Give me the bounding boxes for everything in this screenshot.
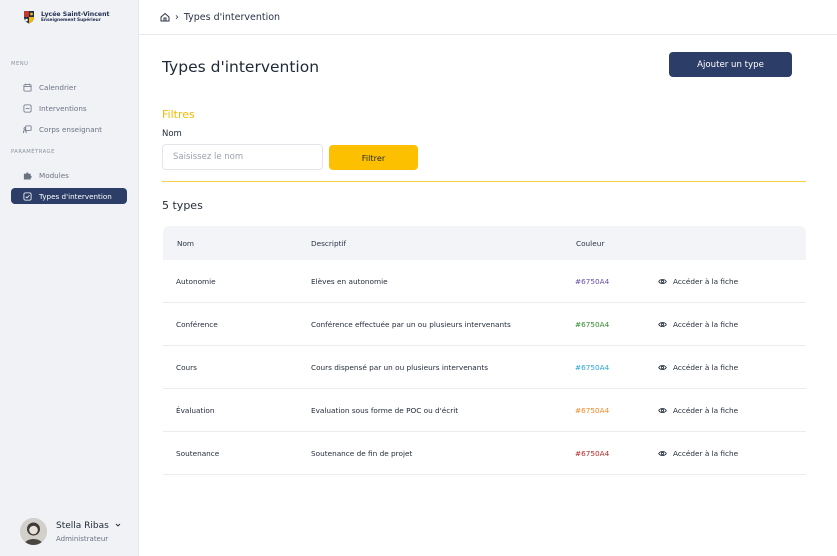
column-header-color: Couleur — [576, 239, 605, 248]
type-description: Cours dispensé par un ou plusieurs inter… — [311, 363, 489, 372]
menu-section-label: MENU — [11, 61, 29, 67]
sidebar-item-modules[interactable]: Modules — [11, 167, 127, 183]
sidebar-item-label: Modules — [39, 170, 69, 180]
table-row: Conférence Conférence effectuée par un o… — [163, 303, 806, 346]
type-color: #6750A4 — [575, 363, 610, 372]
type-color: #6750A4 — [575, 320, 610, 329]
view-details-label: Accéder à la fiche — [673, 406, 739, 415]
brand-logo[interactable]: Lycée Saint-Vincent Enseignement Supérie… — [23, 10, 109, 24]
type-name: Conférence — [176, 320, 218, 329]
view-details-label: Accéder à la fiche — [673, 363, 739, 372]
view-details-link[interactable]: Accéder à la fiche — [658, 320, 738, 329]
column-header-name: Nom — [177, 239, 195, 248]
checklist-icon — [23, 191, 32, 201]
sidebar-item-label: Calendrier — [39, 82, 77, 92]
view-details-label: Accéder à la fiche — [673, 277, 739, 286]
user-name: Stella Ribas — [56, 520, 109, 531]
view-details-link[interactable]: Accéder à la fiche — [658, 363, 738, 372]
type-name: Cours — [176, 363, 197, 372]
breadcrumb: › Types d'intervention — [139, 0, 837, 35]
type-name: Soutenance — [176, 449, 220, 458]
sidebar-item-label: Interventions — [39, 103, 87, 113]
type-color: #6750A4 — [575, 449, 610, 458]
filters-title: Filtres — [162, 108, 195, 121]
home-icon[interactable] — [160, 12, 170, 22]
brand-subtitle: Enseignement Supérieur — [41, 17, 101, 23]
add-type-button[interactable]: Ajouter un type — [669, 52, 792, 77]
breadcrumb-separator: › — [175, 11, 179, 23]
shield-icon — [24, 11, 34, 24]
type-name: Évaluation — [176, 406, 215, 415]
eye-icon — [658, 279, 667, 284]
brand-name: Lycée Saint-Vincent — [41, 10, 110, 18]
sidebar-item-types-intervention[interactable]: Types d'intervention — [11, 188, 127, 204]
eye-icon — [658, 365, 667, 370]
eye-icon — [658, 451, 667, 456]
sidebar-item-label: Types d'intervention — [39, 191, 112, 201]
settings-section-label: PARAMÉTRAGE — [11, 149, 55, 155]
view-details-link[interactable]: Accéder à la fiche — [658, 406, 738, 415]
name-filter-input[interactable] — [162, 144, 323, 170]
name-filter-label: Nom — [162, 129, 182, 139]
avatar — [20, 518, 47, 545]
eye-icon — [658, 322, 667, 327]
sidebar: Lycée Saint-Vincent Enseignement Supérie… — [0, 0, 139, 556]
type-description: Soutenance de fin de projet — [311, 449, 413, 458]
view-details-link[interactable]: Accéder à la fiche — [658, 277, 738, 286]
type-color: #6750A4 — [575, 277, 610, 286]
table-row: Cours Cours dispensé par un ou plusieurs… — [163, 346, 806, 389]
filters-divider — [162, 181, 806, 182]
table-row: Autonomie Elèves en autonomie #6750A4 Ac… — [163, 260, 806, 303]
eye-icon — [658, 408, 667, 413]
teacher-board-icon — [23, 124, 32, 133]
view-details-label: Accéder à la fiche — [673, 320, 739, 329]
types-count: 5 types — [162, 199, 203, 212]
column-header-description: Descriptif — [311, 239, 347, 248]
user-menu[interactable]: Stella Ribas Administrateur — [20, 518, 121, 545]
view-details-label: Accéder à la fiche — [673, 449, 739, 458]
sidebar-item-calendrier[interactable]: Calendrier — [11, 79, 127, 95]
chevron-down-icon[interactable] — [115, 522, 121, 528]
type-color: #6750A4 — [575, 406, 610, 415]
user-portrait-icon — [20, 518, 47, 545]
filter-button[interactable]: Filtrer — [329, 145, 418, 170]
table-header: Nom Descriptif Couleur — [163, 226, 806, 260]
sidebar-item-label: Corps enseignant — [39, 124, 102, 134]
type-name: Autonomie — [176, 277, 216, 286]
sidebar-item-interventions[interactable]: Interventions — [11, 100, 127, 116]
interventions-icon — [23, 103, 32, 113]
view-details-link[interactable]: Accéder à la fiche — [658, 449, 738, 458]
table-row: Soutenance Soutenance de fin de projet #… — [163, 432, 806, 475]
puzzle-icon — [23, 171, 32, 180]
types-table: Nom Descriptif Couleur Autonomie Elèves … — [163, 226, 806, 475]
type-description: Elèves en autonomie — [311, 277, 388, 286]
breadcrumb-current: Types d'intervention — [183, 11, 281, 23]
page-title: Types d'intervention — [162, 58, 320, 76]
user-role: Administrateur — [56, 534, 109, 543]
sidebar-item-corps-enseignant[interactable]: Corps enseignant — [11, 121, 127, 137]
type-description: Evaluation sous forme de POC ou d'écrit — [311, 406, 459, 415]
table-row: Évaluation Evaluation sous forme de POC … — [163, 389, 806, 432]
type-description: Conférence effectuée par un ou plusieurs… — [311, 320, 511, 329]
calendar-icon — [23, 83, 32, 92]
